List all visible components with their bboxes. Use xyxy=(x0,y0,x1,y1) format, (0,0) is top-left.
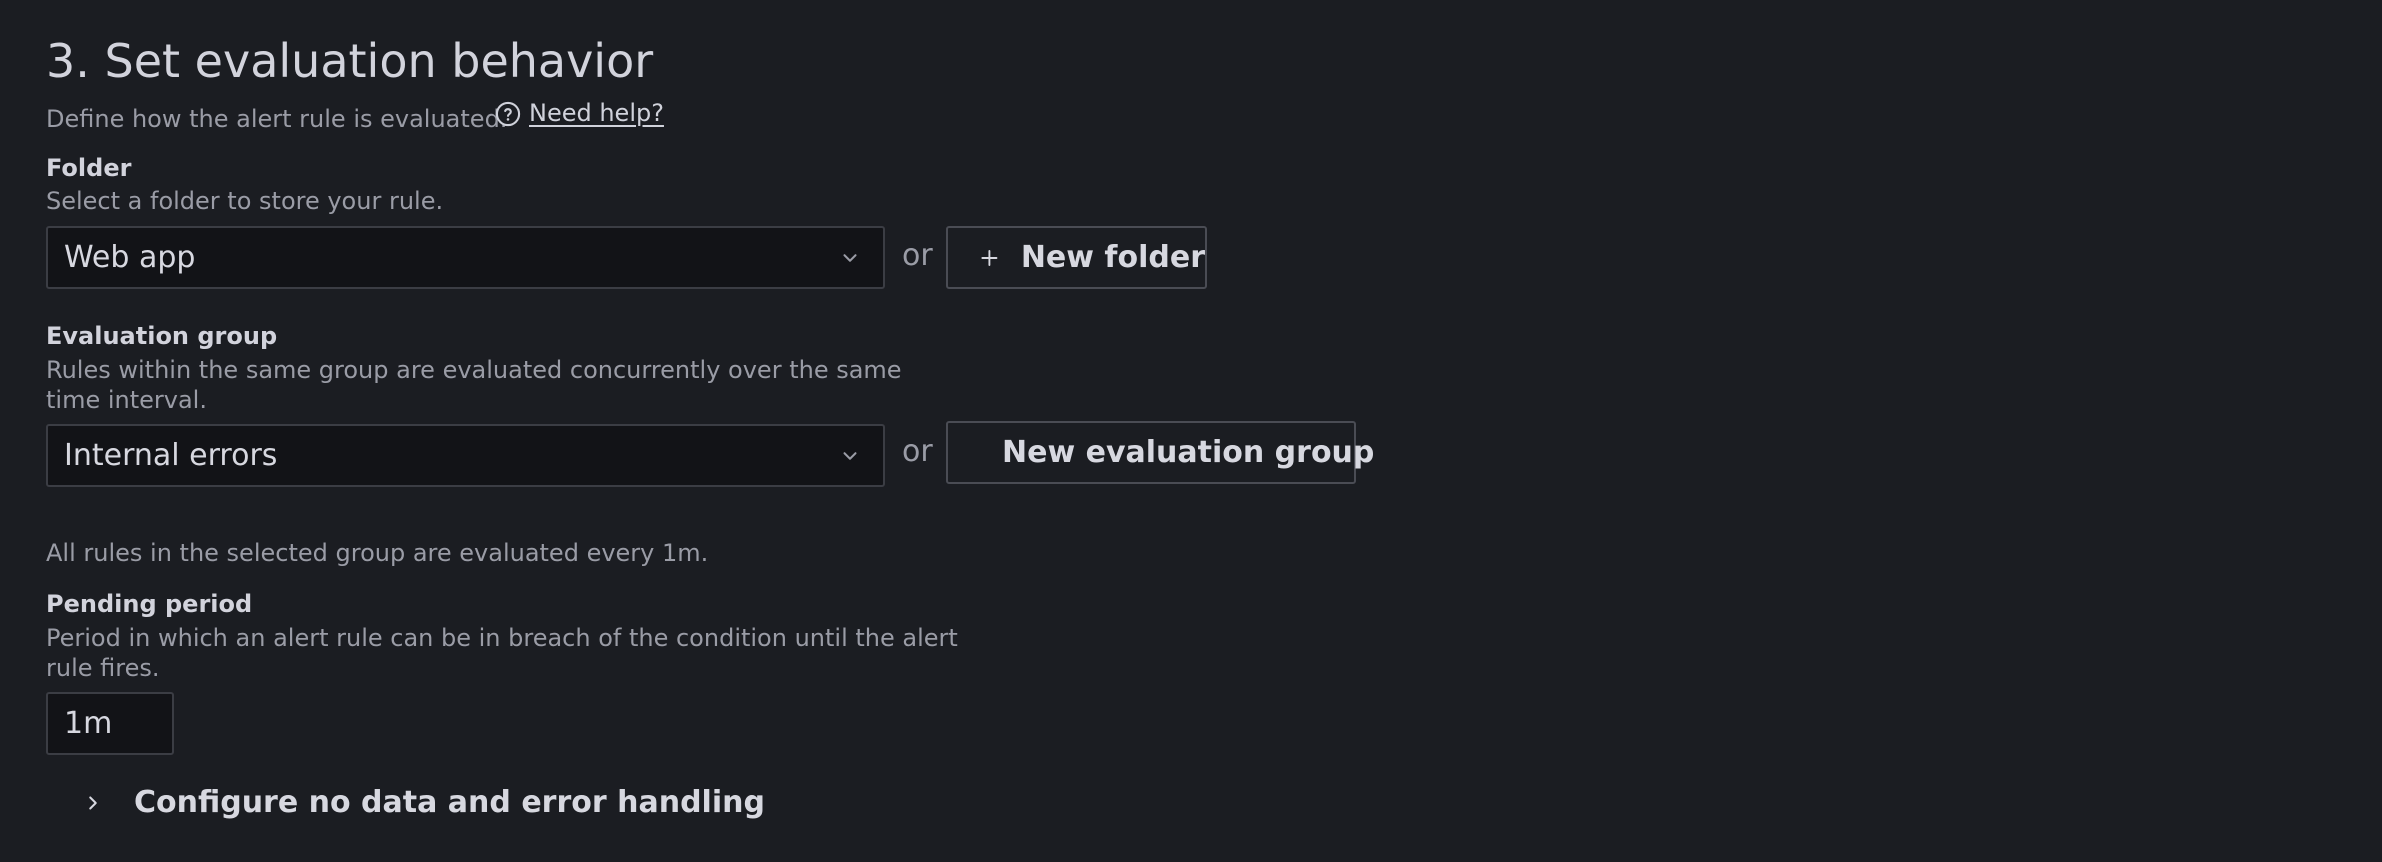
plus-icon xyxy=(981,249,998,266)
evaluation-group-select-value: Internal errors xyxy=(64,438,278,473)
chevron-right-icon xyxy=(89,795,97,810)
evaluation-group-select[interactable]: Internal errors xyxy=(46,424,885,487)
no-data-error-handling-label: Configure no data and error handling xyxy=(134,785,765,820)
folder-select-value: Web app xyxy=(64,240,196,275)
new-evaluation-group-button-label: New evaluation group xyxy=(1002,435,1375,470)
folder-or-text: or xyxy=(902,238,933,273)
evaluation-interval-info: All rules in the selected group are eval… xyxy=(46,539,709,567)
new-evaluation-group-button[interactable]: New evaluation group xyxy=(946,421,1374,484)
section-description: Define how the alert rule is evaluated. xyxy=(46,105,508,133)
evaluation-group-hint: Rules within the same group are evaluate… xyxy=(46,356,902,414)
evaluation-group-or-text: or xyxy=(902,434,933,469)
evaluation-group-label: Evaluation group xyxy=(46,322,278,350)
need-help-link[interactable]: Need help? xyxy=(529,96,664,130)
page-title: 3. Set evaluation behavior xyxy=(46,34,654,88)
pending-period-label: Pending period xyxy=(46,590,253,618)
folder-label: Folder xyxy=(46,154,132,182)
pending-period-hint: Period in which an alert rule can be in … xyxy=(46,624,958,682)
help-circle-icon xyxy=(495,101,521,127)
pending-period-input[interactable]: 1m xyxy=(46,692,174,755)
chevron-down-icon xyxy=(843,451,857,460)
folder-select[interactable]: Web app xyxy=(46,226,885,289)
folder-hint: Select a folder to store your rule. xyxy=(46,187,444,215)
new-folder-button-label: New folder xyxy=(1020,240,1205,275)
new-folder-button[interactable]: New folder xyxy=(946,226,1207,289)
chevron-down-icon xyxy=(843,253,857,262)
no-data-error-handling-toggle[interactable]: Configure no data and error handling xyxy=(82,785,765,820)
